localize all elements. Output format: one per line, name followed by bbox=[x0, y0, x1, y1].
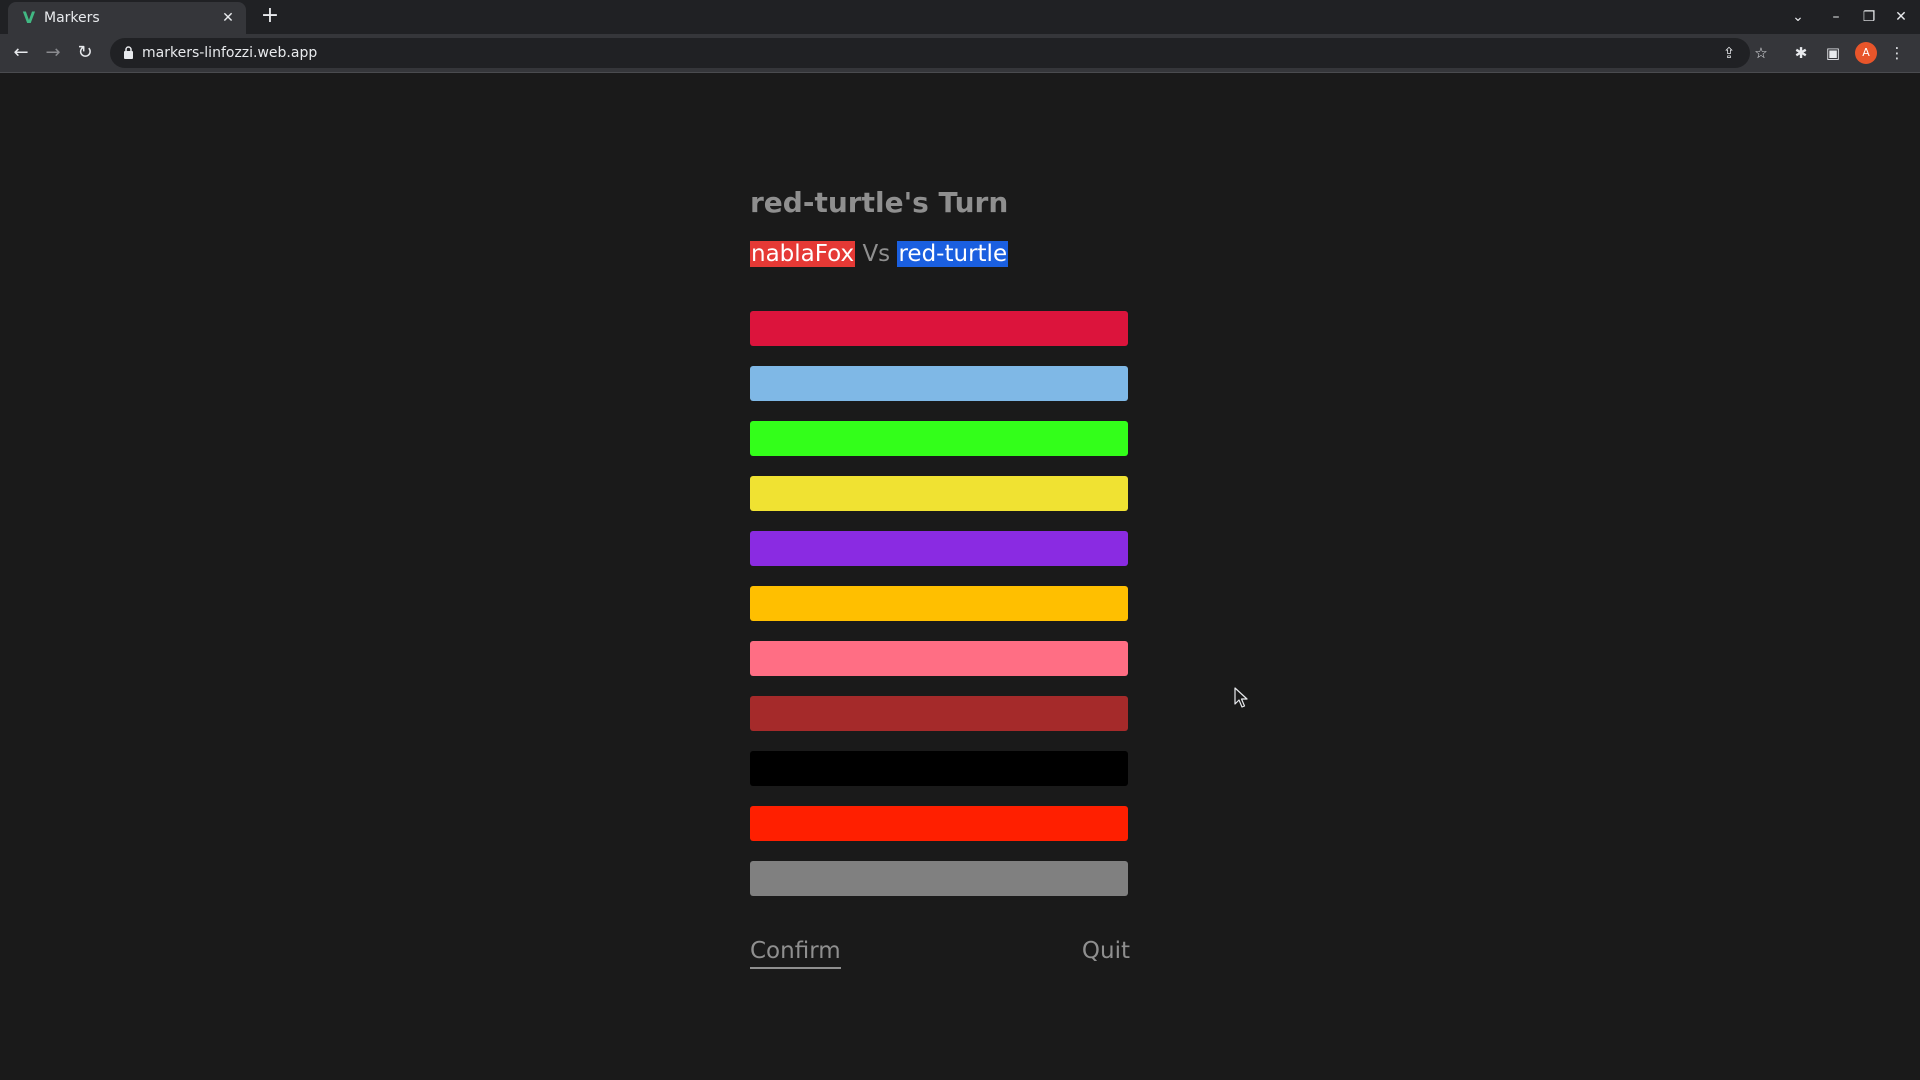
action-row: Confirm Quit bbox=[750, 935, 1130, 975]
restore-icon[interactable]: ❐ bbox=[1857, 6, 1881, 28]
player2-name: red-turtle bbox=[897, 241, 1009, 267]
color-option[interactable] bbox=[750, 806, 1128, 841]
turn-title: red-turtle's Turn bbox=[750, 186, 1009, 219]
color-option[interactable] bbox=[750, 311, 1128, 346]
color-option[interactable] bbox=[750, 586, 1128, 621]
more-menu-icon[interactable]: ⋮ bbox=[1886, 42, 1908, 64]
tab-search-icon[interactable]: ⌄ bbox=[1786, 6, 1810, 28]
color-option[interactable] bbox=[750, 696, 1128, 731]
back-icon[interactable]: ← bbox=[8, 40, 34, 66]
extensions-icon[interactable]: ✱ bbox=[1790, 42, 1812, 64]
tab-strip: V Markers ✕ + ⌄ – ❐ ✕ bbox=[0, 0, 1920, 34]
tab-title: Markers bbox=[44, 10, 100, 26]
minimize-icon[interactable]: – bbox=[1824, 6, 1848, 28]
mouse-cursor-icon bbox=[1234, 687, 1248, 708]
versus-line: nablaFox Vs red-turtle bbox=[750, 239, 1009, 269]
lock-icon bbox=[124, 46, 133, 59]
color-option[interactable] bbox=[750, 476, 1128, 511]
vue-logo-icon: V bbox=[22, 8, 36, 27]
confirm-button[interactable]: Confirm bbox=[750, 935, 841, 969]
browser-toolbar: ← → ↻ markers-linfozzi.web.app ⇪ ☆ ✱ ▣ A… bbox=[0, 34, 1920, 73]
address-bar[interactable]: markers-linfozzi.web.app ⇪ ☆ bbox=[110, 38, 1768, 68]
close-tab-icon[interactable]: ✕ bbox=[218, 8, 238, 28]
player1-name: nablaFox bbox=[750, 241, 856, 267]
close-window-icon[interactable]: ✕ bbox=[1889, 6, 1913, 28]
color-option[interactable] bbox=[750, 531, 1128, 566]
vs-label: Vs bbox=[862, 241, 891, 267]
url-text: markers-linfozzi.web.app bbox=[142, 45, 318, 61]
color-option[interactable] bbox=[750, 641, 1128, 676]
share-icon[interactable]: ⇪ bbox=[1718, 42, 1740, 64]
color-option[interactable] bbox=[750, 366, 1128, 401]
side-panel-icon[interactable]: ▣ bbox=[1822, 42, 1844, 64]
color-option[interactable] bbox=[750, 751, 1128, 786]
forward-icon[interactable]: → bbox=[40, 40, 66, 66]
browser-tab[interactable]: V Markers ✕ bbox=[8, 2, 246, 34]
color-option[interactable] bbox=[750, 861, 1128, 896]
quit-button[interactable]: Quit bbox=[1082, 935, 1130, 967]
color-options bbox=[750, 311, 1128, 916]
page-content: red-turtle's Turn nablaFox Vs red-turtle… bbox=[0, 73, 1920, 1080]
new-tab-icon[interactable]: + bbox=[258, 4, 282, 28]
color-option[interactable] bbox=[750, 421, 1128, 456]
profile-avatar[interactable]: A bbox=[1855, 42, 1877, 64]
reload-icon[interactable]: ↻ bbox=[72, 40, 98, 66]
bookmark-star-icon[interactable]: ☆ bbox=[1750, 42, 1772, 64]
